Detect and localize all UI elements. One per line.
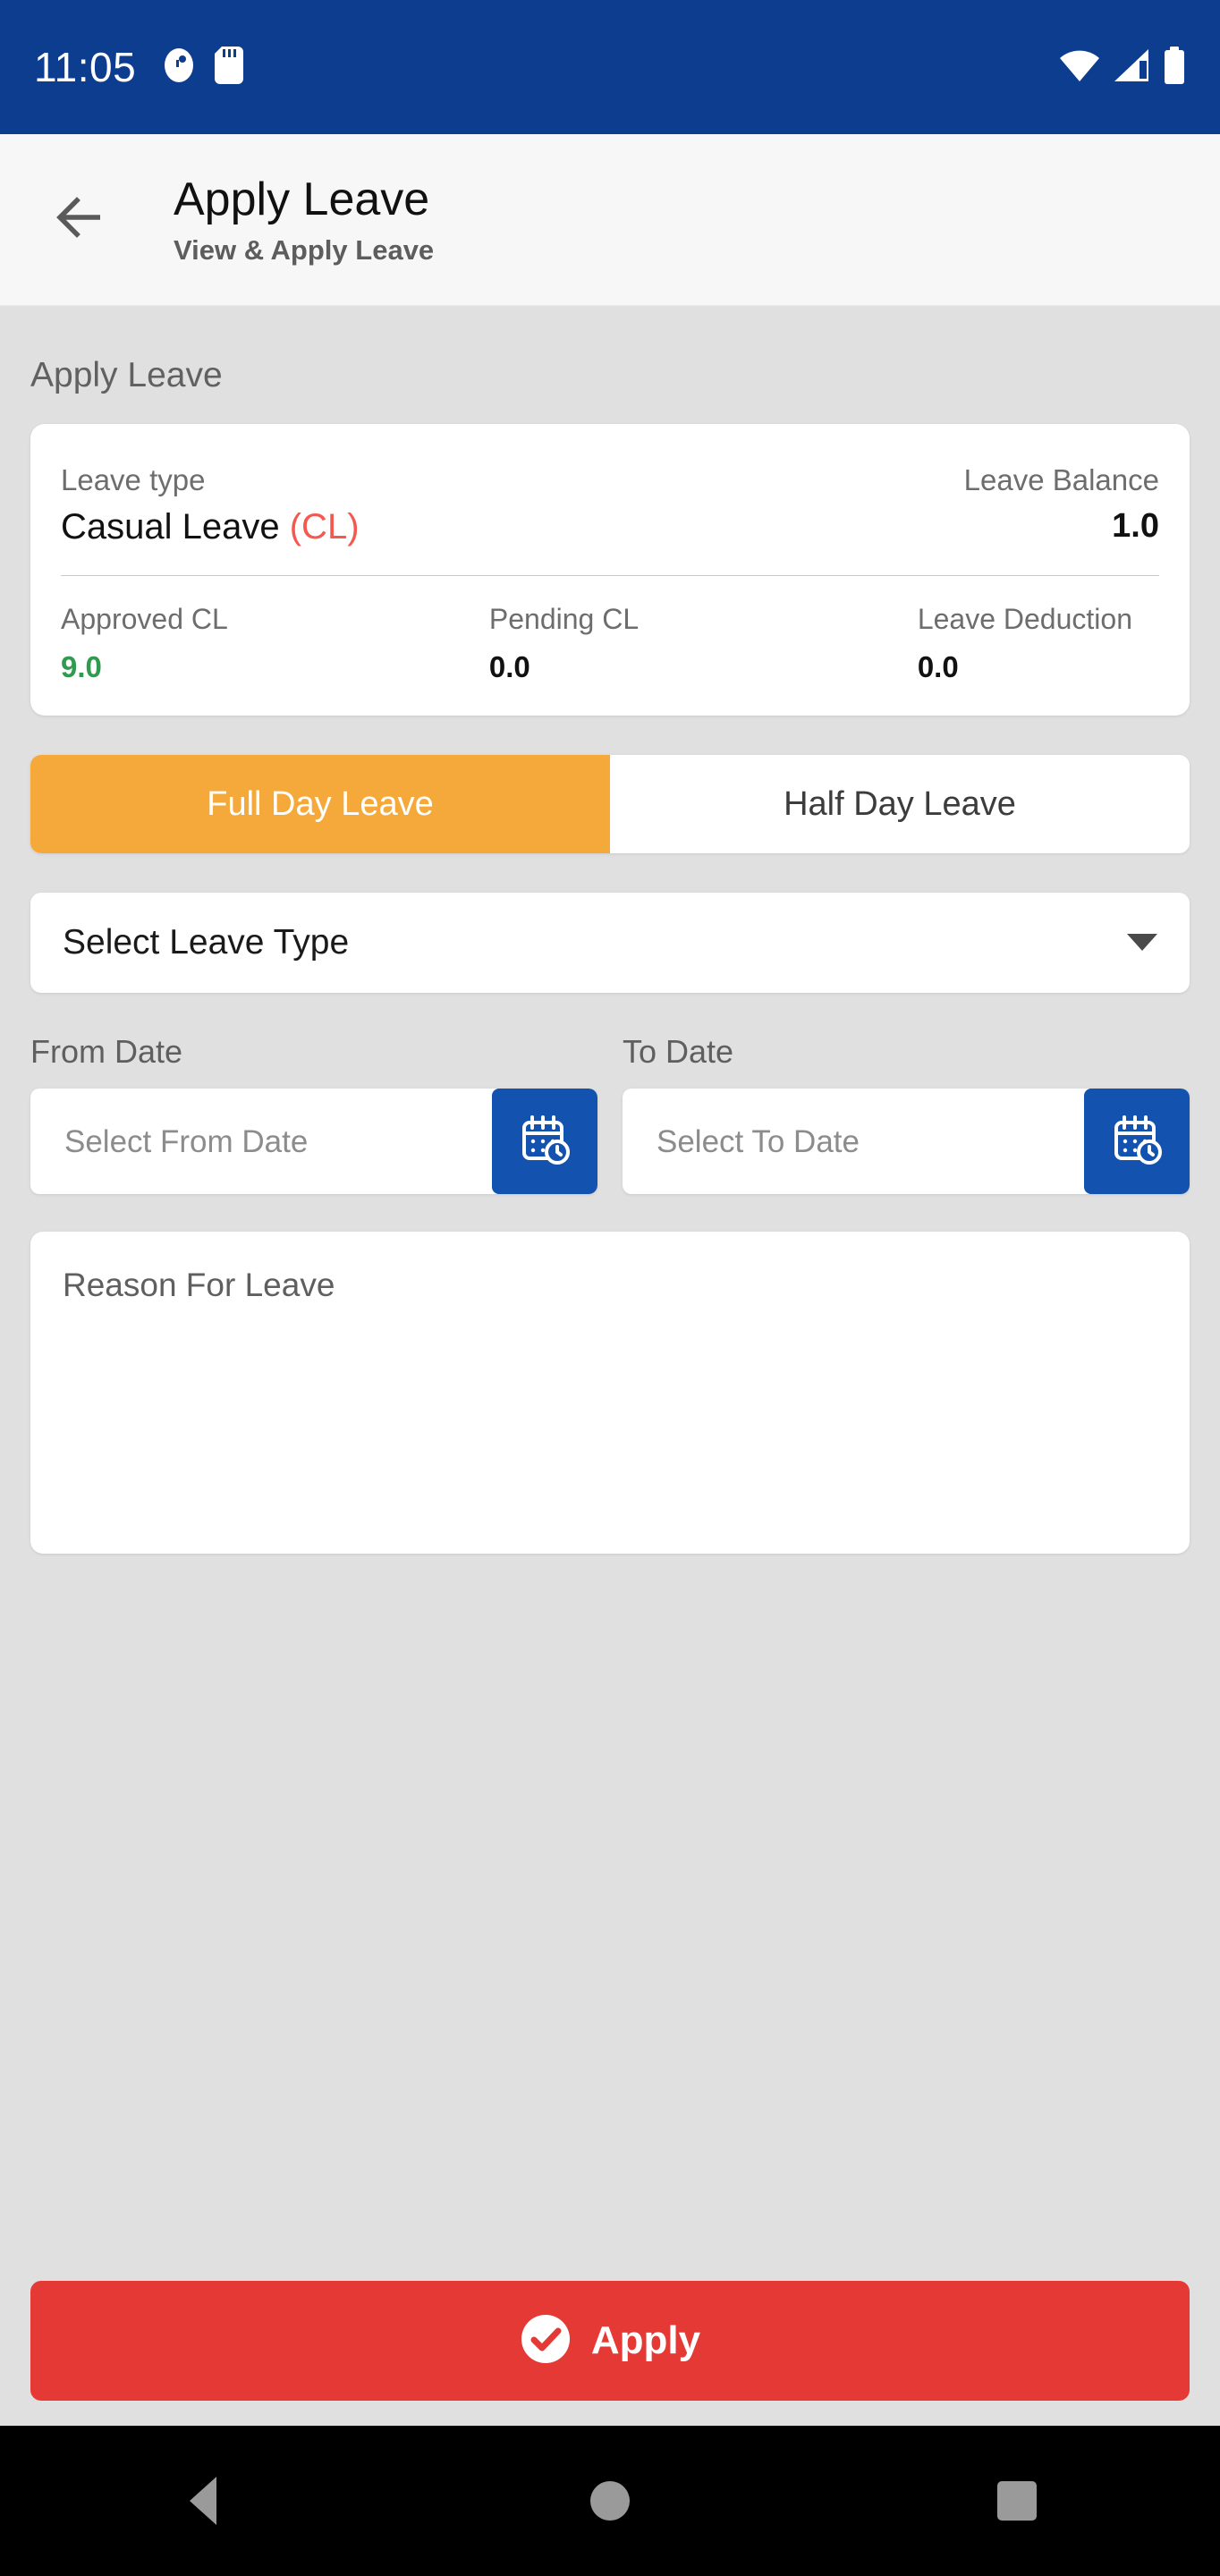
- tab-full-day-leave[interactable]: Full Day Leave: [30, 754, 610, 853]
- wifi-icon: [1059, 48, 1100, 87]
- home-circle-icon: [589, 2481, 630, 2521]
- to-date-group: To Date Select To Date: [623, 1034, 1190, 1195]
- day-type-toggle: Full Day Leave Half Day Leave: [30, 754, 1190, 853]
- to-date-label: To Date: [623, 1032, 734, 1070]
- sd-card-icon: [215, 46, 244, 89]
- from-date-group: From Date Select From Date: [30, 1034, 597, 1195]
- leave-balance-label: Leave Balance: [963, 462, 1159, 496]
- calendar-clock-icon: [1109, 1112, 1165, 1172]
- recent-apps-square-icon: [996, 2481, 1037, 2521]
- stat-label: Leave Deduction: [917, 603, 1132, 636]
- leave-type-code: (CL): [289, 507, 360, 547]
- balance-card-top-row: Leave type Casual Leave (CL) Leave Balan…: [61, 462, 1159, 548]
- calendar-clock-icon: [517, 1112, 572, 1172]
- stat-value: 0.0: [488, 650, 530, 684]
- leave-balance-block: Leave Balance 1.0: [964, 462, 1159, 546]
- leave-type-block: Leave type Casual Leave (CL): [61, 462, 360, 548]
- back-button[interactable]: [52, 187, 118, 253]
- to-date-picker-button[interactable]: [1084, 1089, 1190, 1195]
- from-date-label: From Date: [30, 1032, 183, 1070]
- nav-back-button[interactable]: [123, 2426, 284, 2576]
- stat-value: 0.0: [917, 650, 959, 684]
- tab-half-day-leave[interactable]: Half Day Leave: [610, 754, 1190, 853]
- reason-for-leave-field[interactable]: Reason For Leave: [30, 1232, 1190, 1555]
- to-date-field[interactable]: Select To Date: [623, 1089, 1190, 1195]
- leave-type-name: Casual Leave: [61, 507, 280, 547]
- stat-label: Approved CL: [61, 603, 228, 636]
- clock-icon: [163, 47, 195, 88]
- apply-button[interactable]: Apply: [30, 2281, 1190, 2401]
- battery-icon: [1163, 46, 1186, 89]
- stat-value: 9.0: [61, 650, 102, 684]
- apply-button-label: Apply: [590, 2318, 701, 2362]
- status-bar-left-icons: [163, 46, 244, 89]
- balance-stats-row: Approved CL 9.0 Pending CL 0.0 Leave Ded…: [61, 601, 1159, 685]
- reason-for-leave-placeholder: Reason For Leave: [63, 1267, 335, 1304]
- from-date-input[interactable]: Select From Date: [30, 1126, 492, 1157]
- chevron-down-icon: [1127, 934, 1157, 952]
- stat-leave-deduction: Leave Deduction 0.0: [918, 601, 1159, 685]
- stat-approved-cl: Approved CL 9.0: [61, 601, 489, 685]
- leave-type-dropdown[interactable]: Select Leave Type: [30, 892, 1190, 993]
- nav-home-button[interactable]: [530, 2426, 690, 2576]
- app-bar-titles: Apply Leave View & Apply Leave: [174, 173, 434, 267]
- android-navigation-bar: [0, 2426, 1220, 2576]
- status-bar-right-icons: [1059, 46, 1186, 89]
- page-subtitle: View & Apply Leave: [174, 233, 435, 266]
- back-triangle-icon: [190, 2477, 217, 2525]
- from-date-picker-button[interactable]: [492, 1089, 597, 1195]
- leave-balance-card: Leave type Casual Leave (CL) Leave Balan…: [30, 423, 1190, 716]
- leave-balance-value: 1.0: [1112, 507, 1159, 546]
- status-bar-time: 11:05: [34, 44, 137, 90]
- balance-card-divider: [61, 575, 1159, 577]
- from-date-field[interactable]: Select From Date: [30, 1089, 597, 1195]
- date-range-row: From Date Select From Date To Date Selec…: [30, 1034, 1190, 1195]
- leave-type-value: Casual Leave (CL): [61, 505, 360, 548]
- arrow-left-icon: [55, 195, 114, 244]
- leave-type-dropdown-value: Select Leave Type: [63, 923, 350, 962]
- to-date-input[interactable]: Select To Date: [623, 1126, 1084, 1157]
- check-circle-icon: [520, 2313, 572, 2369]
- section-title: Apply Leave: [30, 356, 223, 394]
- page-title: Apply Leave: [174, 174, 430, 226]
- apply-button-bar: Apply: [30, 2281, 1190, 2401]
- stat-label: Pending CL: [488, 603, 640, 636]
- main-content: Apply Leave Leave type Casual Leave (CL)…: [0, 306, 1220, 2426]
- cellular-signal-icon: [1113, 48, 1150, 87]
- stat-pending-cl: Pending CL 0.0: [489, 601, 918, 685]
- nav-recents-button[interactable]: [936, 2426, 1097, 2576]
- status-bar: 11:05: [0, 0, 1220, 134]
- leave-type-label: Leave type: [61, 462, 206, 496]
- app-bar: Apply Leave View & Apply Leave: [0, 134, 1220, 306]
- phone-screen: 11:05 Apply Leave View & Apply Leave App…: [0, 0, 1220, 2576]
